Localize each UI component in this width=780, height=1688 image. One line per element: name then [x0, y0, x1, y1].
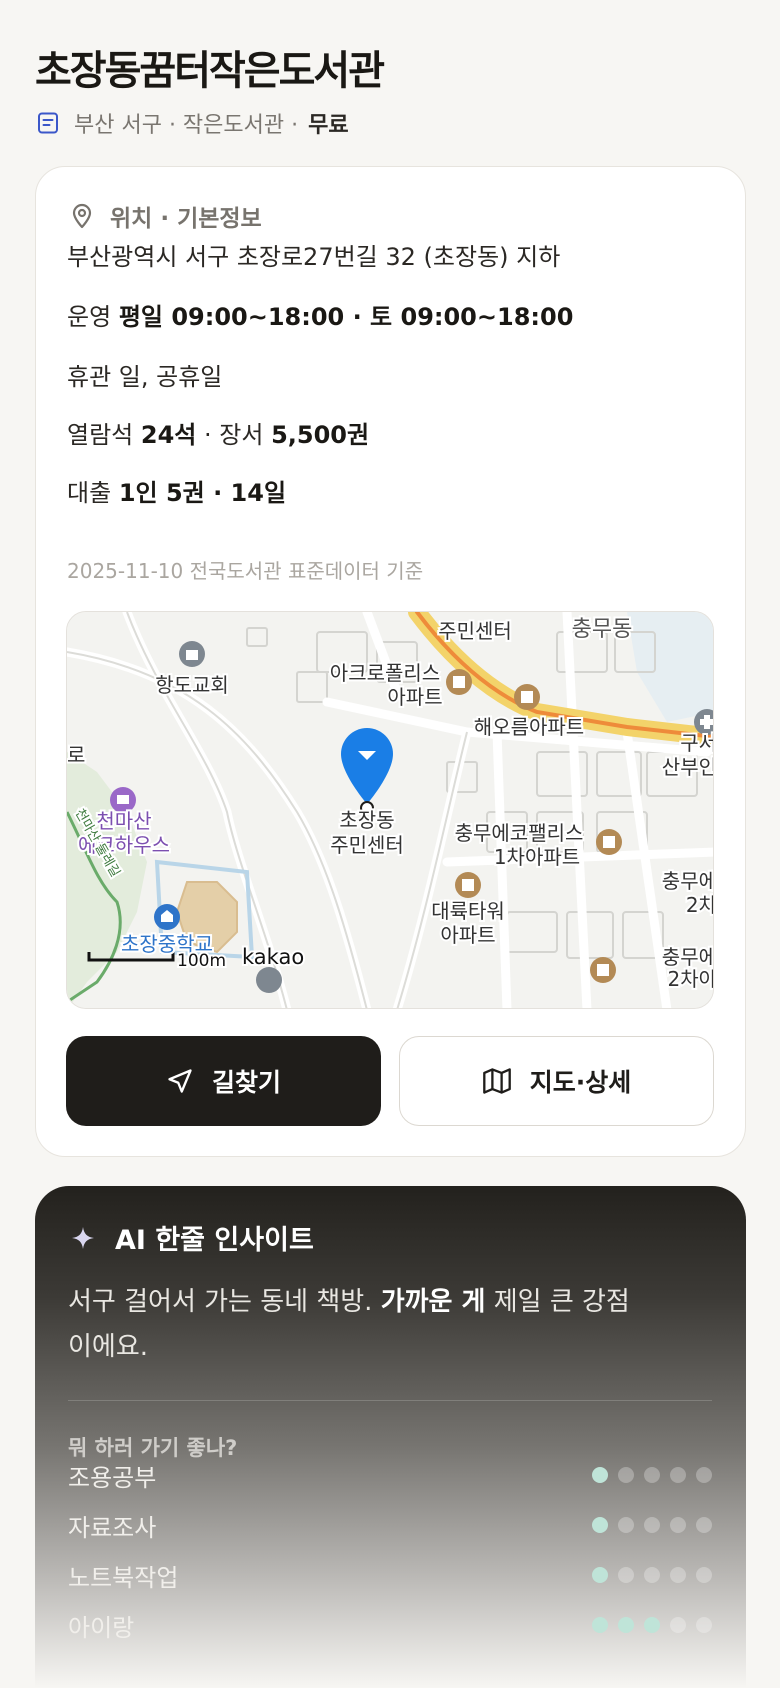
location-map[interactable]: 항도교회 아크로폴리스 아파트 주민센터 충무동 해오름아파트 로 구서 산부인…	[66, 611, 714, 1009]
use-case-label: 조용공부	[68, 1464, 157, 1492]
svg-text:충무에: 충무에	[662, 869, 714, 893]
score-dot	[644, 1517, 660, 1533]
score-dot	[618, 1467, 634, 1483]
score-dot	[644, 1617, 660, 1633]
info-section-header: 위치 · 기본정보	[70, 199, 262, 233]
hours-label: 운영	[67, 303, 112, 331]
svg-text:충무에: 충무에	[662, 945, 714, 969]
svg-text:아파트: 아파트	[387, 685, 442, 709]
svg-text:1차아파트: 1차아파트	[494, 845, 580, 869]
ai-insight-header: AI 한줄 인사이트	[71, 1218, 314, 1257]
use-case-label: 노트북작업	[68, 1564, 179, 1592]
svg-text:산부인: 산부인	[662, 755, 714, 779]
score-dots	[592, 1617, 712, 1633]
score-dot	[696, 1517, 712, 1533]
svg-text:로: 로	[67, 743, 85, 767]
svg-text:아파트: 아파트	[440, 923, 495, 947]
directions-button[interactable]: 길찾기	[66, 1036, 381, 1126]
sparkle-icon	[72, 1226, 94, 1249]
score-dot	[696, 1467, 712, 1483]
svg-text:항도교회: 항도교회	[155, 673, 229, 697]
svg-text:100m: 100m	[177, 951, 226, 971]
svg-text:초장동: 초장동	[339, 808, 394, 832]
score-dot	[670, 1617, 686, 1633]
svg-text:충무동: 충무동	[572, 617, 633, 642]
ai-insight-title: AI 한줄 인사이트	[115, 1225, 314, 1256]
score-dot	[592, 1617, 608, 1633]
closed-days: 휴관 일, 공휴일	[67, 363, 223, 391]
svg-text:대륙타워: 대륙타워	[431, 899, 505, 923]
svg-text:아크로폴리스: 아크로폴리스	[330, 661, 440, 685]
loan-policy: 대출 1인 5권 · 14일	[67, 473, 286, 508]
use-case-row: 조용공부	[68, 1456, 712, 1492]
score-dot	[670, 1467, 686, 1483]
opening-hours: 운영 평일 09:00~18:00 · 토 09:00~18:00	[67, 297, 573, 332]
school-marker-icon	[154, 904, 180, 930]
hours-value: 평일 09:00~18:00 · 토 09:00~18:00	[118, 303, 574, 331]
map-detail-label: 지도·상세	[529, 1068, 632, 1097]
navigation-arrow-icon	[168, 1069, 192, 1093]
svg-text:kakao: kakao	[242, 945, 304, 969]
church-marker-icon	[179, 641, 205, 667]
score-dots	[592, 1517, 712, 1533]
library-meta: 부산 서구 · 작은도서관 · 무료	[36, 106, 349, 140]
svg-text:구서: 구서	[680, 731, 714, 755]
use-case-label: 아이랑	[68, 1614, 135, 1642]
score-dot	[696, 1567, 712, 1583]
loan-label: 대출	[67, 479, 112, 507]
svg-text:천마산: 천마산	[96, 809, 151, 833]
directions-label: 길찾기	[211, 1068, 281, 1097]
map-icon	[482, 1068, 511, 1094]
score-dot	[670, 1567, 686, 1583]
score-dot	[644, 1567, 660, 1583]
use-case-label: 자료조사	[68, 1514, 157, 1542]
score-dot	[592, 1567, 608, 1583]
seats-label: 열람석	[67, 421, 134, 449]
svg-text:해오름아파트: 해오름아파트	[474, 715, 584, 739]
document-icon	[38, 112, 58, 134]
seats-value: 24석	[140, 421, 197, 449]
loan-value: 1인 5권 · 14일	[118, 479, 287, 507]
svg-text:주민센터: 주민센터	[330, 833, 404, 857]
svg-text:충무에코팰리스: 충무에코팰리스	[455, 821, 584, 845]
score-dot	[644, 1467, 660, 1483]
use-case-row: 자료조사	[68, 1506, 712, 1542]
score-dot	[592, 1467, 608, 1483]
location-pin-icon	[72, 203, 92, 229]
svg-text:2차아: 2차아	[667, 967, 714, 991]
ai-insight-text: 서구 걸어서 가는 동네 책방. 가까운 게 제일 큰 강점이에요.	[68, 1287, 630, 1362]
info-section-title: 위치 · 기본정보	[110, 206, 262, 232]
books-label: · 장서	[204, 421, 264, 449]
score-dot	[618, 1517, 634, 1533]
use-case-row: 노트북작업	[68, 1556, 712, 1592]
library-region-type: 부산 서구 · 작은도서관 ·	[74, 113, 299, 138]
svg-text:주민센터: 주민센터	[438, 619, 512, 643]
map-detail-button[interactable]: 지도·상세	[399, 1036, 714, 1126]
use-case-row: 아이랑	[68, 1606, 712, 1642]
score-dot	[618, 1567, 634, 1583]
divider	[68, 1400, 712, 1401]
seats-books: 열람석 24석 · 장서 5,500권	[67, 415, 369, 450]
info-card: 위치 · 기본정보 부산광역시 서구 초장로27번길 32 (초장동) 지하 운…	[35, 166, 746, 1157]
books-value: 5,500권	[271, 421, 370, 449]
ai-insight-card: AI 한줄 인사이트 서구 걸어서 가는 동네 책방. 가까운 게 제일 큰 강…	[35, 1186, 746, 1688]
page-title: 초장동꿈터작은도서관	[35, 48, 385, 94]
score-dots	[592, 1467, 712, 1483]
score-dot	[618, 1617, 634, 1633]
svg-text:2차: 2차	[686, 893, 714, 917]
score-dot	[592, 1517, 608, 1533]
score-dots	[592, 1567, 712, 1583]
score-dot	[670, 1517, 686, 1533]
price-badge: 무료	[308, 113, 349, 138]
address: 부산광역시 서구 초장로27번길 32 (초장동) 지하	[67, 243, 561, 271]
data-source-note: 2025-11-10 전국도서관 표준데이터 기준	[67, 559, 424, 583]
score-dot	[696, 1617, 712, 1633]
